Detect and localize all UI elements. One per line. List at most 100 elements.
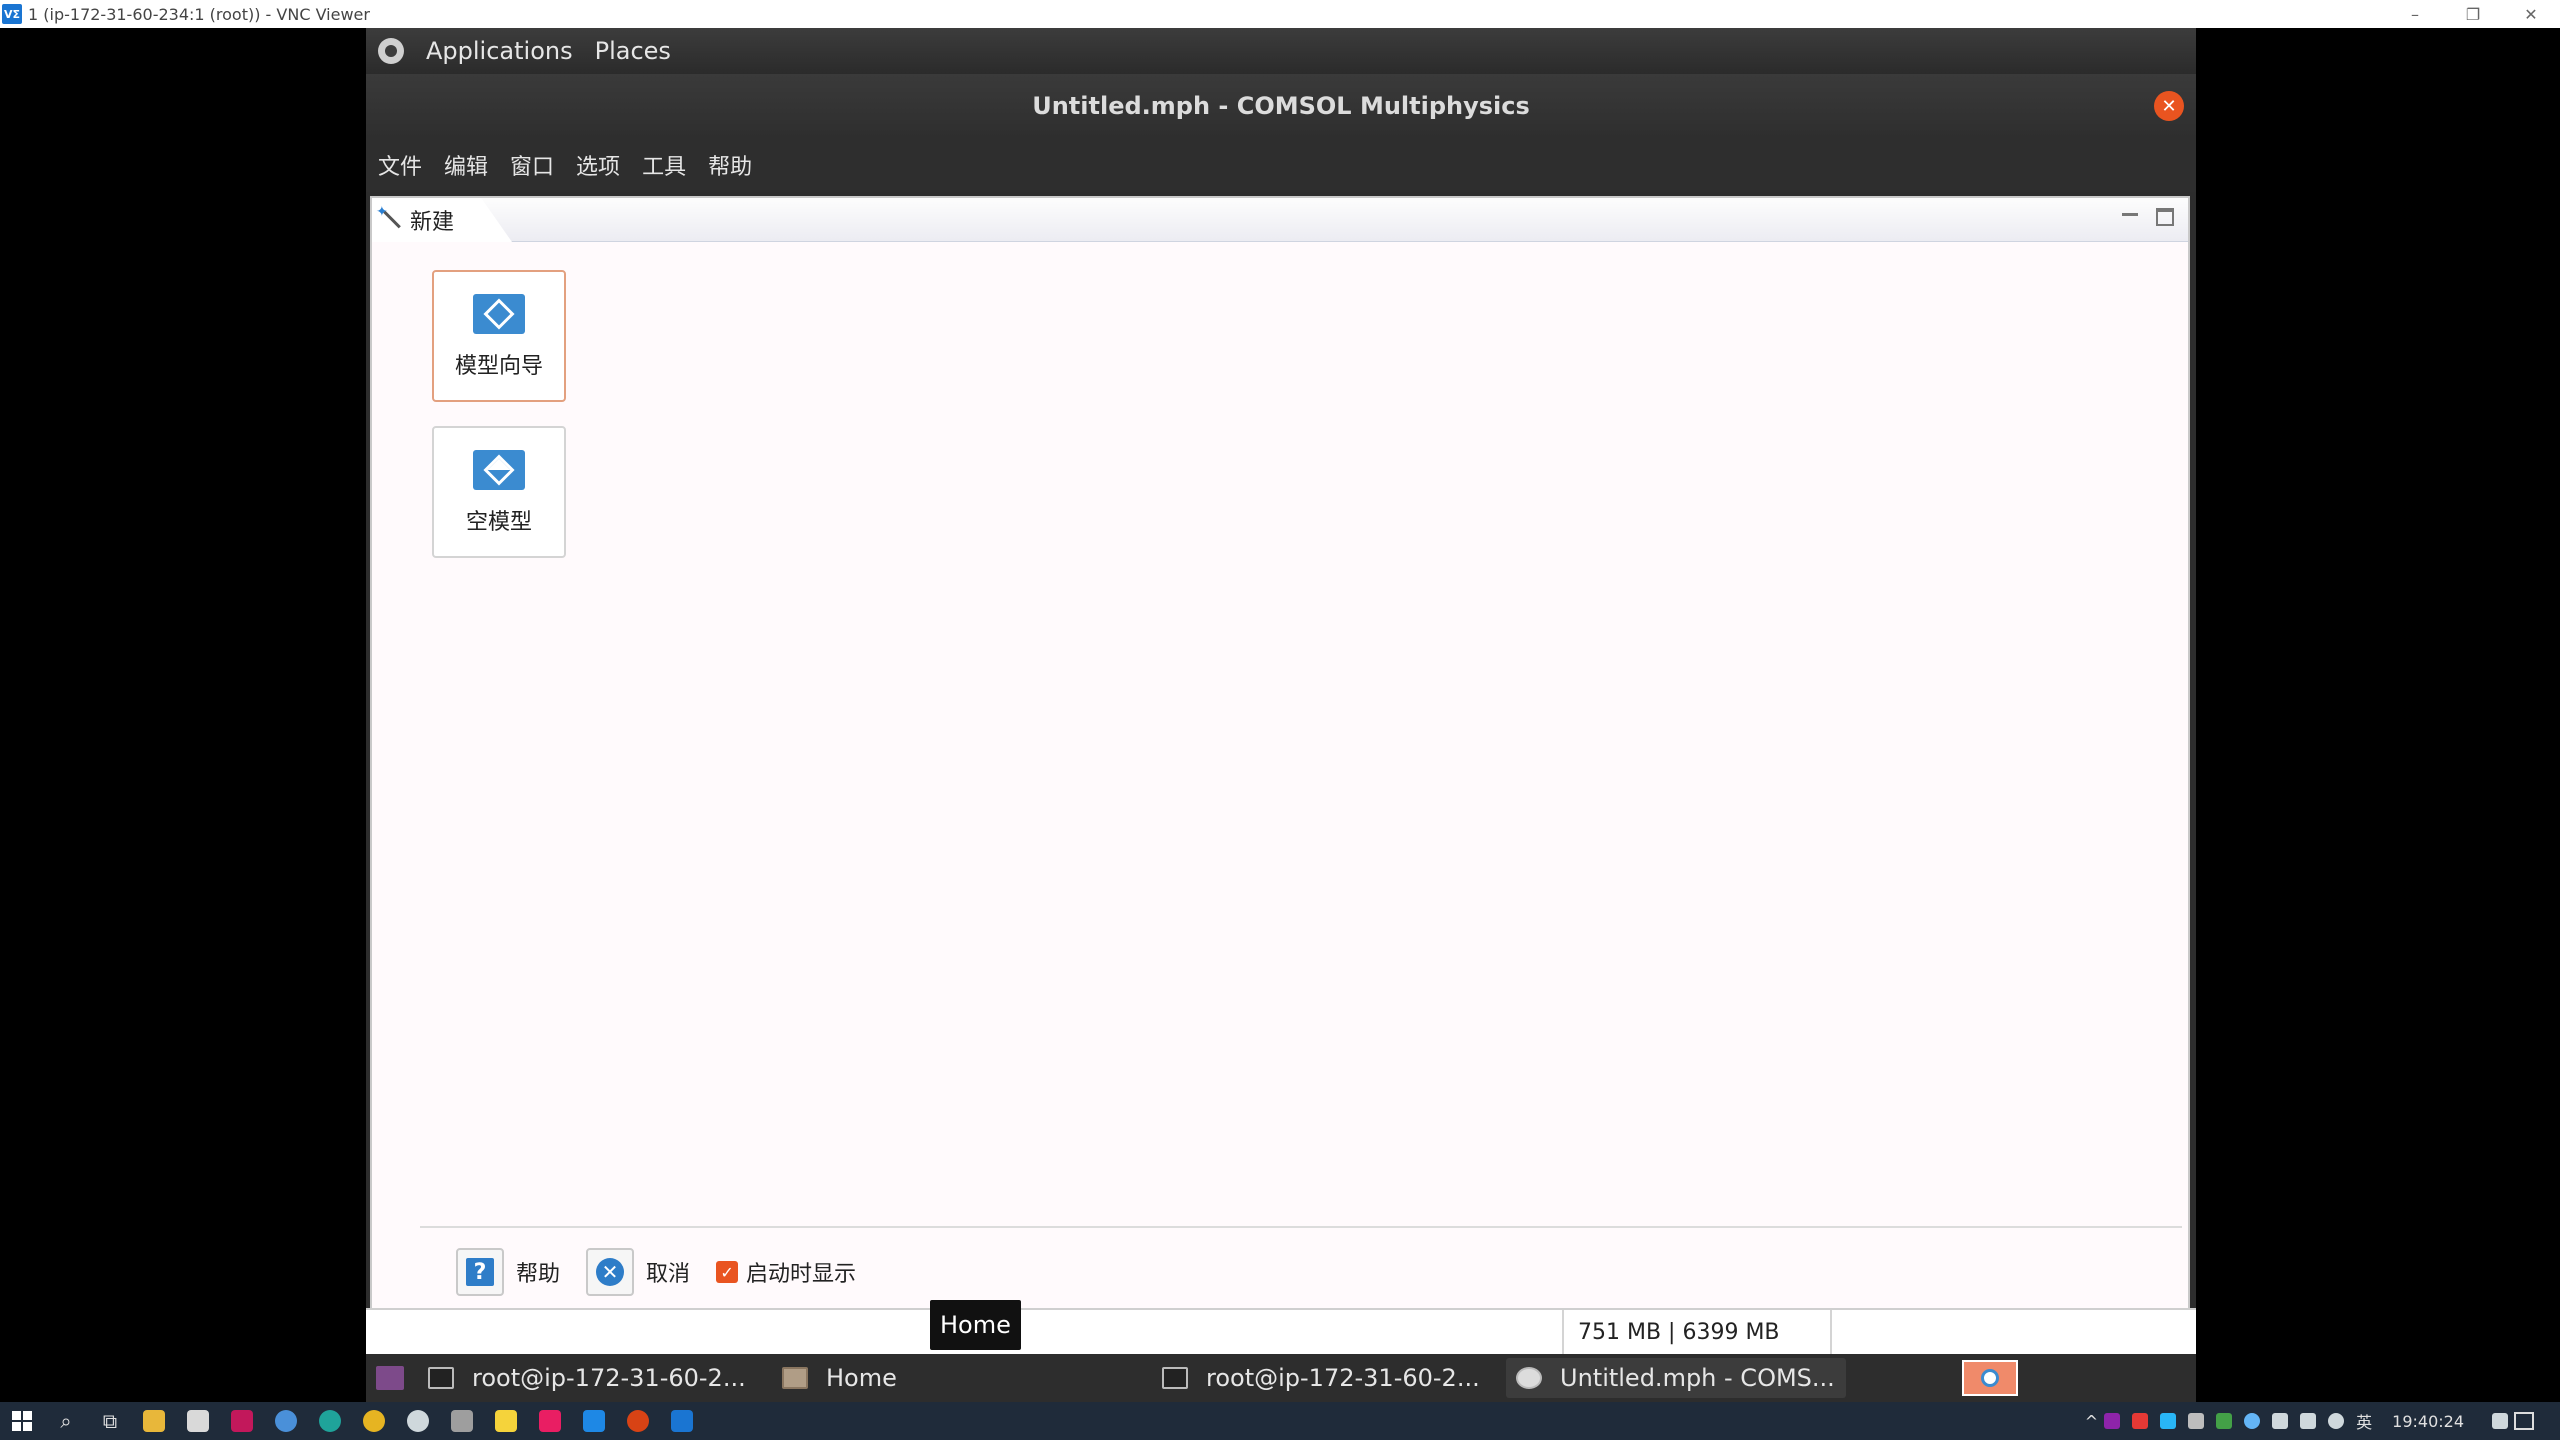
- remote-desktop: Applications Places Untitled.mph - COMSO…: [366, 28, 2196, 1402]
- help-label: 帮助: [516, 1262, 561, 1287]
- menu-edit[interactable]: 编辑: [444, 149, 488, 181]
- vnc-logo-icon: VΣ: [2, 4, 22, 24]
- model-wizard-label: 模型向导: [454, 354, 543, 379]
- task-label: root@ip-172-31-60-2...: [472, 1364, 746, 1392]
- window-close-button[interactable]: ✕: [2154, 91, 2184, 121]
- windows-logo-icon: [12, 1411, 32, 1431]
- comsol-window-titlebar[interactable]: Untitled.mph - COMSOL Multiphysics ✕: [366, 74, 2196, 138]
- tab-strip: 新建: [372, 198, 2188, 242]
- blank-model-button[interactable]: 空模型: [432, 426, 566, 558]
- task-label: Untitled.mph - COMS...: [1560, 1364, 1835, 1392]
- cancel-label: 取消: [646, 1262, 691, 1287]
- new-model-panel: 新建 模型向导 空模型 ? 帮助: [370, 196, 2190, 1308]
- home-tooltip: Home: [930, 1300, 1021, 1350]
- windows-taskbar: ⌕ ⧉ ^ 英 19:40:24: [0, 1402, 2560, 1440]
- memory-usage: 751 MB | 6399 MB: [1562, 1310, 1832, 1354]
- app-pin-icon[interactable]: [572, 1402, 616, 1440]
- tab-new-label: 新建: [410, 210, 455, 235]
- show-on-startup-checkbox[interactable]: ✓ 启动时显示: [716, 1256, 856, 1288]
- onedrive-icon[interactable]: [2244, 1413, 2261, 1429]
- show-on-startup-label: 启动时显示: [746, 1262, 857, 1287]
- cancel-icon: ✕: [596, 1258, 625, 1286]
- file-explorer-icon[interactable]: [132, 1402, 176, 1440]
- notification-center-icon[interactable]: [2514, 1412, 2534, 1430]
- store-icon[interactable]: [176, 1402, 220, 1440]
- tray-app-icon[interactable]: [2132, 1413, 2149, 1429]
- windows-start-button[interactable]: [0, 1402, 44, 1440]
- checkbox-checked-icon: ✓: [716, 1261, 739, 1283]
- battery-icon[interactable]: [2272, 1413, 2289, 1429]
- system-clock[interactable]: 19:40:24: [2392, 1412, 2464, 1431]
- panel-maximize-button[interactable]: [2156, 208, 2174, 226]
- gnome-foot-icon: [378, 38, 404, 64]
- blank-model-label: 空模型: [465, 510, 532, 535]
- help-button[interactable]: ? 帮助: [456, 1248, 560, 1296]
- dialog-footer: ? 帮助 ✕ 取消 ✓ 启动时显示: [456, 1248, 856, 1296]
- taskbar-item-terminal-1[interactable]: root@ip-172-31-60-2...: [418, 1358, 758, 1398]
- footer-divider: [420, 1226, 2182, 1228]
- app-pin-icon[interactable]: [220, 1402, 264, 1440]
- taskbar-item-comsol[interactable]: Untitled.mph - COMS...: [1506, 1358, 1846, 1398]
- cancel-button-frame: ✕: [586, 1248, 635, 1296]
- tray-app-icon[interactable]: [2188, 1413, 2205, 1429]
- volume-icon[interactable]: [2328, 1413, 2345, 1429]
- tab-new[interactable]: 新建: [372, 198, 512, 242]
- input-language[interactable]: 英: [2356, 1409, 2372, 1433]
- terminal-icon: [1162, 1367, 1188, 1389]
- vnc-viewer-icon[interactable]: [660, 1402, 704, 1440]
- window-title: Untitled.mph - COMSOL Multiphysics: [1032, 92, 1530, 120]
- applications-menu[interactable]: Applications: [426, 37, 573, 65]
- tray-app-icon[interactable]: [2216, 1413, 2233, 1429]
- terminal-icon: [428, 1367, 454, 1389]
- menu-options[interactable]: 选项: [576, 149, 620, 181]
- wizard-wand-icon: [376, 204, 402, 232]
- blank-model-icon: [473, 450, 525, 490]
- gnome-bottom-taskbar: root@ip-172-31-60-2... Home root@ip-172-…: [366, 1354, 2196, 1402]
- app-pin-icon[interactable]: [528, 1402, 572, 1440]
- close-button[interactable]: ✕: [2502, 0, 2560, 28]
- help-icon: ?: [466, 1258, 494, 1286]
- workspace-switcher[interactable]: [1962, 1360, 2018, 1396]
- app-pin-icon[interactable]: [440, 1402, 484, 1440]
- cancel-button[interactable]: ✕ 取消: [586, 1248, 690, 1296]
- vnc-titlebar: VΣ 1 (ip-172-31-60-234:1 (root)) - VNC V…: [0, 0, 2560, 28]
- show-desktop-icon[interactable]: [376, 1366, 404, 1390]
- tray-overflow-icon[interactable]: ^: [2085, 1412, 2098, 1431]
- places-menu[interactable]: Places: [595, 37, 671, 65]
- folder-icon: [782, 1367, 808, 1389]
- network-icon[interactable]: [2300, 1413, 2317, 1429]
- task-view-icon[interactable]: ⧉: [88, 1402, 132, 1440]
- menu-help[interactable]: 帮助: [708, 149, 752, 181]
- taskbar-item-terminal-2[interactable]: root@ip-172-31-60-2...: [1152, 1358, 1492, 1398]
- chrome-icon[interactable]: [352, 1402, 396, 1440]
- gnome-top-panel: Applications Places: [366, 28, 2196, 74]
- tray-app-icon[interactable]: [2160, 1413, 2177, 1429]
- workspace-icon: [1981, 1369, 1999, 1387]
- app-pin-icon[interactable]: [616, 1402, 660, 1440]
- menu-window[interactable]: 窗口: [510, 149, 554, 181]
- app-pin-icon[interactable]: [396, 1402, 440, 1440]
- panel-minimize-button[interactable]: [2122, 206, 2138, 216]
- menu-tools[interactable]: 工具: [642, 149, 686, 181]
- menubar: 文件 编辑 窗口 选项 工具 帮助: [366, 138, 2196, 192]
- tray-app-icon[interactable]: [2104, 1413, 2121, 1429]
- search-icon[interactable]: ⌕: [44, 1402, 88, 1440]
- ime-icon[interactable]: [2492, 1413, 2508, 1429]
- system-tray: ^ 英 19:40:24: [2085, 1402, 2560, 1440]
- model-wizard-button[interactable]: 模型向导: [432, 270, 566, 402]
- vnc-window-controls: – ❐ ✕: [2386, 0, 2560, 28]
- task-label: root@ip-172-31-60-2...: [1206, 1364, 1480, 1392]
- help-button-frame: ?: [456, 1248, 504, 1296]
- sticky-notes-icon[interactable]: [484, 1402, 528, 1440]
- new-model-content: 模型向导 空模型 ? 帮助 ✕ 取消 ✓ 启动时显示: [372, 242, 2188, 1308]
- vnc-window-title: 1 (ip-172-31-60-234:1 (root)) - VNC View…: [28, 4, 370, 24]
- restore-button[interactable]: ❐: [2444, 0, 2502, 28]
- minimize-button[interactable]: –: [2386, 0, 2444, 28]
- model-wizard-icon: [473, 294, 525, 334]
- task-label: Home: [826, 1364, 897, 1392]
- status-bar: 751 MB | 6399 MB: [366, 1308, 2196, 1354]
- app-pin-icon[interactable]: [264, 1402, 308, 1440]
- menu-file[interactable]: 文件: [378, 149, 422, 181]
- edge-icon[interactable]: [308, 1402, 352, 1440]
- taskbar-item-home[interactable]: Home: [772, 1358, 1112, 1398]
